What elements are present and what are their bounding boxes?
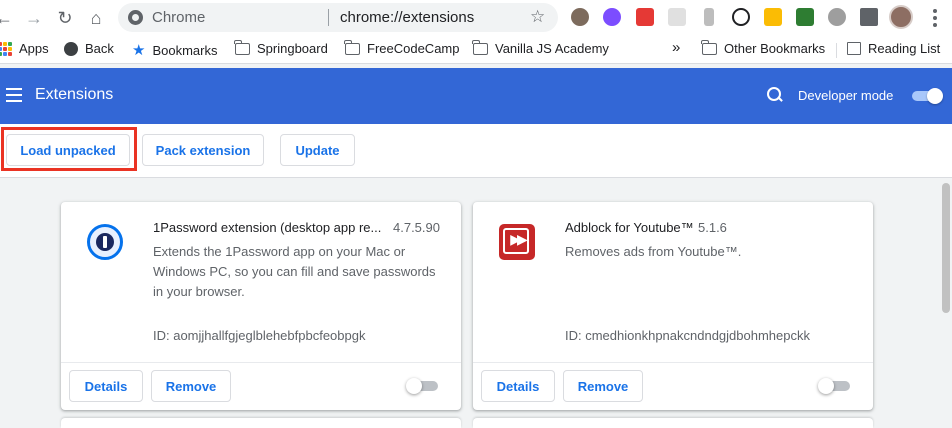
hamburger-menu-icon[interactable] <box>6 88 22 102</box>
developer-action-bar: Load unpacked Pack extension Update <box>0 124 952 178</box>
bookmark-springboard[interactable]: Springboard <box>234 39 328 56</box>
bookmark-label: Springboard <box>257 41 328 56</box>
bookmark-star-icon[interactable]: ☆ <box>530 7 545 27</box>
page-title: Extensions <box>35 86 114 103</box>
extension-card-adblock: ▶▶ Adblock for Youtube™ 5.1.6 Removes ad… <box>473 202 873 410</box>
bookmarks-bar: Apps Back ★ Bookmarks Springboard FreeCo… <box>0 36 952 64</box>
extension-card-next <box>473 418 873 428</box>
globe-icon <box>64 41 78 56</box>
back-arrow-icon[interactable]: ← <box>0 6 16 30</box>
forward-arrow-icon[interactable]: → <box>22 6 46 30</box>
bookmark-freecodecamp[interactable]: FreeCodeCamp <box>344 39 460 56</box>
dark-green-extension-icon[interactable] <box>796 8 814 26</box>
reading-list-button[interactable]: Reading List <box>847 41 940 56</box>
extension-description: Removes ads from Youtube™. <box>565 244 742 259</box>
developer-mode-label: Developer mode <box>798 88 894 103</box>
bookmark-label: Back <box>85 41 114 56</box>
bookmark-label: Bookmarks <box>152 42 218 58</box>
browser-toolbar: ← → ↻ ⌂ Chrome chrome://extensions ☆ <box>0 0 952 36</box>
extension-id: ID: cmedhionkhpnakcndndgjdbohmhepckk <box>565 328 810 343</box>
details-button[interactable]: Details <box>481 370 555 402</box>
folder-icon <box>234 39 250 55</box>
details-button[interactable]: Details <box>69 370 143 402</box>
bookmark-other-bookmarks[interactable]: Other Bookmarks <box>701 39 826 56</box>
extension-description: Extends the 1Password app on your Mac or… <box>153 244 436 299</box>
scrollbar-thumb[interactable] <box>942 183 950 313</box>
bookmarks-overflow-button[interactable]: » <box>672 39 680 56</box>
omnibox-label: Chrome <box>152 9 206 26</box>
extension-enable-toggle[interactable] <box>406 378 440 394</box>
apps-grid-icon <box>0 41 12 56</box>
omnibox-url: chrome://extensions <box>340 9 475 26</box>
adblock-icon: ▶▶ <box>499 224 535 260</box>
bookmark-back[interactable]: Back <box>64 41 114 56</box>
remove-button[interactable]: Remove <box>151 370 231 402</box>
folder-icon <box>344 39 360 55</box>
extension-id: ID: aomjjhallfgjeglblehebfpbcfeobpgk <box>153 328 366 343</box>
extension-version: 4.7.5.90 <box>393 220 440 235</box>
bookmark-apps[interactable]: Apps <box>0 41 49 56</box>
home-icon[interactable]: ⌂ <box>84 6 108 30</box>
grid-extension-icon[interactable] <box>668 8 686 26</box>
developer-mode-toggle[interactable] <box>910 88 943 104</box>
extension-enable-toggle[interactable] <box>818 378 852 394</box>
bug-extension-icon[interactable] <box>571 8 589 26</box>
bookmark-label: FreeCodeCamp <box>367 41 460 56</box>
remove-button[interactable]: Remove <box>563 370 643 402</box>
bookmark-label: Other Bookmarks <box>724 41 826 56</box>
extension-version: 5.1.6 <box>698 220 727 235</box>
search-icon[interactable] <box>767 87 783 103</box>
reading-list-icon <box>847 42 861 55</box>
bookmark-bookmarks[interactable]: ★ Bookmarks <box>132 41 217 59</box>
pack-extension-button[interactable]: Pack extension <box>142 134 264 166</box>
update-button[interactable]: Update <box>280 134 355 166</box>
card-divider <box>473 362 873 363</box>
folder-icon <box>472 39 488 55</box>
colorful-extension-icon[interactable] <box>764 8 782 26</box>
extension-name: 1Password extension (desktop app re... <box>153 220 382 235</box>
folder-icon <box>701 39 717 55</box>
puzzle-extensions-icon[interactable] <box>860 8 878 26</box>
highlight-box <box>1 127 137 171</box>
bookmark-vanilla-js-academy[interactable]: Vanilla JS Academy <box>472 39 609 56</box>
lighthouse-extension-icon[interactable] <box>636 8 654 26</box>
omnibox[interactable]: Chrome chrome://extensions ☆ <box>118 3 558 32</box>
dollar-extension-icon[interactable] <box>704 8 714 26</box>
gear-purple-extension-icon[interactable] <box>603 8 621 26</box>
bookmark-label: Apps <box>19 41 49 56</box>
onepassword-icon <box>87 224 123 260</box>
chrome-menu-icon[interactable] <box>928 6 942 30</box>
extensions-header: Extensions Developer mode <box>0 68 952 124</box>
power-extension-icon[interactable] <box>828 8 846 26</box>
q-extension-icon[interactable] <box>732 8 750 26</box>
reading-list-label: Reading List <box>868 41 941 56</box>
bookmark-label: Vanilla JS Academy <box>495 41 609 56</box>
card-divider <box>61 362 461 363</box>
extension-card-1password: 1Password extension (desktop app re... 4… <box>61 202 461 410</box>
omnibox-separator <box>328 9 329 26</box>
bookmarks-divider <box>836 43 837 58</box>
reload-icon[interactable]: ↻ <box>53 6 77 30</box>
chrome-logo-icon <box>128 10 143 25</box>
profile-avatar[interactable] <box>889 5 913 29</box>
star-icon: ★ <box>132 42 146 59</box>
extension-card-next <box>61 418 461 428</box>
extension-name: Adblock for Youtube™ <box>565 220 694 235</box>
